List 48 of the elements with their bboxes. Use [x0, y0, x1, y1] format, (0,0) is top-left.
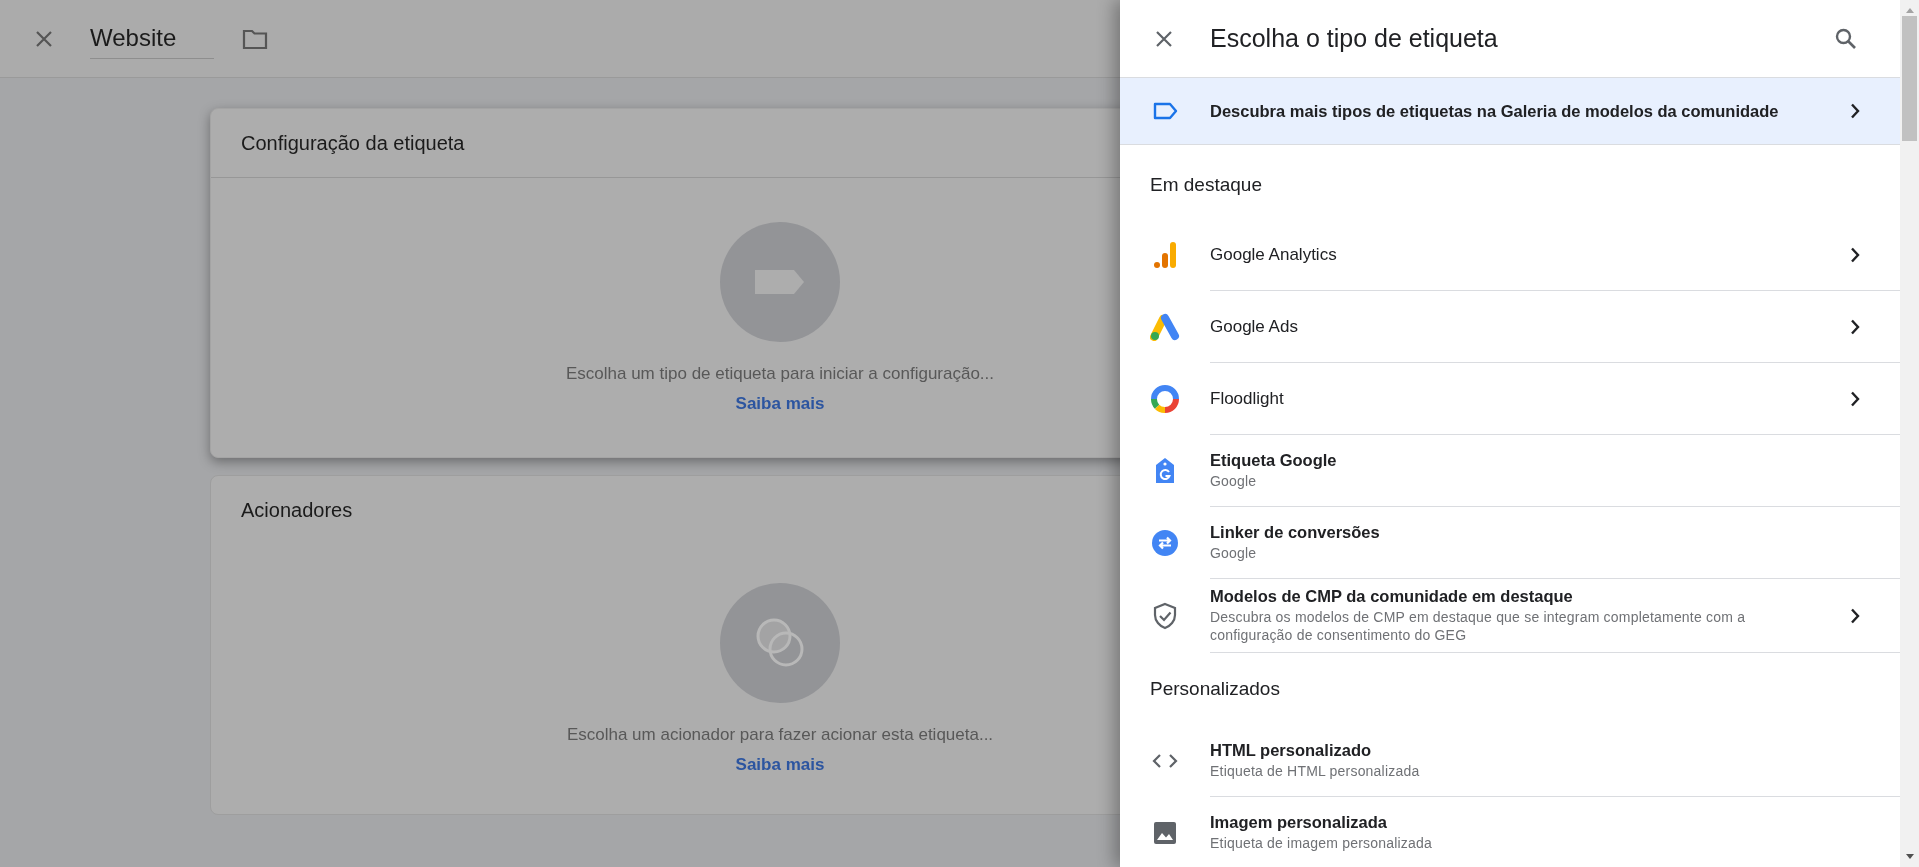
item-title: Google Ads — [1210, 316, 1299, 337]
tag-icon — [720, 221, 840, 342]
section-heading: Personalizados — [1149, 677, 1281, 701]
tag-outline-icon — [1152, 102, 1178, 120]
scroll-down-icon[interactable] — [1904, 853, 1915, 861]
image-icon — [1153, 821, 1177, 845]
tag-type-item[interactable]: HTML personalizado Etiqueta de HTML personalizada — [1120, 725, 1900, 797]
ring-icon — [1151, 385, 1179, 413]
card-message: Escolha um tipo de etiqueta para iniciar a configuração... — [565, 363, 995, 384]
tag-icon — [1154, 457, 1176, 485]
item-subtitle: Google — [1210, 472, 1258, 490]
scroll-up-icon[interactable] — [1904, 6, 1915, 14]
close-icon — [34, 28, 54, 49]
item-title: Google Analytics — [1210, 244, 1338, 265]
scrollbar-thumb[interactable] — [1902, 16, 1917, 141]
close-icon — [1154, 28, 1174, 49]
item-title: HTML personalizado — [1210, 741, 1373, 760]
code-icon — [1152, 753, 1178, 769]
item-subtitle: Google — [1210, 544, 1258, 562]
shield-check-icon — [1153, 602, 1177, 630]
tag-type-item[interactable]: Modelos de CMP da comunidade em destaque Descubra os modelos de CMP em destaque que se integram completamente com a configuração de consentimento do GEG — [1120, 579, 1900, 653]
chevron-icon — [1850, 103, 1860, 119]
panel-title: Escolha o tipo de etiqueta — [1210, 24, 1499, 53]
bar-chart-icon — [1153, 241, 1177, 269]
card-title: Configuração da etiqueta — [241, 131, 465, 155]
item-title: Floodlight — [1210, 388, 1285, 409]
name-field[interactable]: Website — [90, 18, 214, 59]
section-heading: Em destaque — [1149, 173, 1263, 197]
card-title: Acionadores — [241, 498, 353, 522]
item-subtitle: Etiqueta de imagem personalizada — [1210, 834, 1433, 852]
item-subtitle: Descubra os modelos de CMP em destaque que se integram completamente com a configuração de consentimento do GEG — [1210, 608, 1747, 644]
folder-icon — [242, 27, 268, 50]
gallery-banner[interactable]: Descubra mais tipos de etiquetas na Galeria de modelos da comunidade — [1120, 78, 1900, 145]
tag-type-item[interactable]: Etiqueta Google Google — [1120, 435, 1900, 507]
swap-arrows-icon — [1151, 529, 1179, 557]
item-title: Imagem personalizada — [1210, 813, 1388, 832]
triangle-logo-icon — [1150, 313, 1180, 341]
tag-type-item[interactable]: Google Ads — [1120, 291, 1900, 363]
item-subtitle: Etiqueta de HTML personalizada — [1210, 762, 1421, 780]
item-title: Linker de conversões — [1210, 523, 1381, 542]
item-title: Modelos de CMP da comunidade em destaque — [1210, 587, 1574, 606]
item-title: Etiqueta Google — [1210, 451, 1338, 470]
tag-type-item[interactable]: Google Analytics — [1120, 219, 1900, 291]
overlapping-circles-icon — [720, 583, 840, 703]
tag-type-item[interactable]: Floodlight — [1120, 363, 1900, 435]
search-icon — [1834, 26, 1858, 51]
tag-type-item[interactable]: Linker de conversões Google — [1120, 507, 1900, 579]
card-message: Escolha um acionador para fazer acionar esta etiqueta... — [566, 725, 994, 745]
